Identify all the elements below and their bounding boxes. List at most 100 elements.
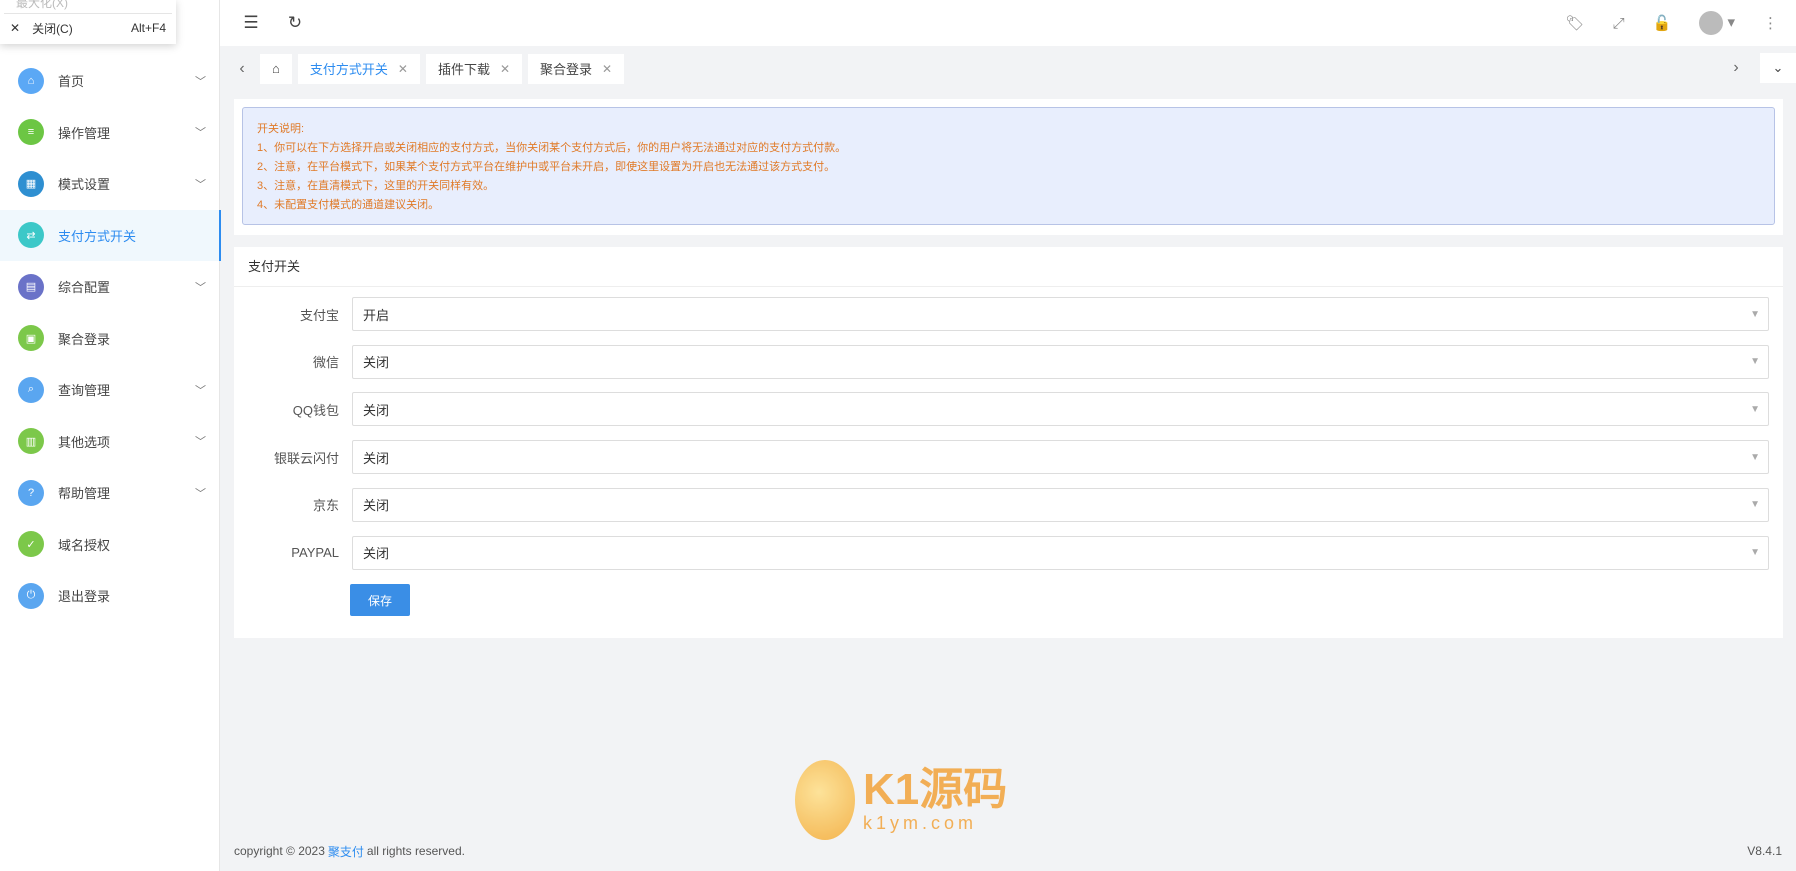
tab-home[interactable]: ⌂ xyxy=(260,53,292,84)
tab-label: 插件下载 xyxy=(437,62,490,77)
options-icon: ▥ xyxy=(18,428,44,455)
switch-select[interactable]: 关闭 ▼ xyxy=(352,535,1769,570)
form-row: 微信 关闭 ▼ xyxy=(234,344,1783,379)
tag-icon[interactable]: 🏷 xyxy=(1566,14,1585,32)
chevron-down-icon: ﹀ xyxy=(195,281,206,294)
chevron-down-icon: ﹀ xyxy=(195,436,206,449)
tabs-scroll-right-icon[interactable]: › xyxy=(1724,59,1748,77)
notice-alert: 开关说明: 1、你可以在下方选择开启或关闭相应的支付方式，当你关闭某个支付方式后… xyxy=(242,107,1775,225)
footer: copyright © 2023 聚支付 all rights reserved… xyxy=(220,831,1796,871)
close-tab-icon[interactable]: ✕ xyxy=(398,62,408,76)
watermark-logo-icon xyxy=(795,760,855,840)
sidebar-item[interactable]: ▣ 聚合登录 xyxy=(0,313,220,365)
sidebar-item[interactable]: ⇄ 支付方式开关 xyxy=(0,209,221,261)
form-row: 支付宝 开启 ▼ xyxy=(234,297,1783,331)
sidebar-item[interactable]: ⏻ 退出登录 xyxy=(0,570,220,622)
sidebar-item-label: 退出登录 xyxy=(58,589,111,605)
tab-bar: ‹ ⌂ 支付方式开关 ✕ 插件下载 ✕ 聚合登录 ✕ › ⌄ xyxy=(220,46,1796,91)
dropdown-arrow-icon: ▼ xyxy=(1750,547,1760,558)
collapse-menu-icon[interactable]: ☰ xyxy=(236,13,266,33)
tab[interactable]: 聚合登录 ✕ xyxy=(528,53,625,84)
sidebar-item-label: 支付方式开关 xyxy=(58,228,137,244)
close-tab-icon[interactable]: ✕ xyxy=(500,62,510,76)
tab[interactable]: 支付方式开关 ✕ xyxy=(297,53,420,84)
field-label: 微信 xyxy=(312,355,339,371)
sidebar-item[interactable]: ≡ 操作管理 ﹀ xyxy=(0,107,220,159)
config-icon: ▤ xyxy=(18,273,44,300)
version: V8.4.1 xyxy=(1747,844,1782,858)
field-label: 京东 xyxy=(312,498,339,514)
tabs-scroll-left-icon[interactable]: ‹ xyxy=(230,60,254,78)
menu-item-maximize[interactable]: 最大化(X) xyxy=(4,0,172,14)
sidebar-item-label: 首页 xyxy=(58,74,85,90)
field-label: QQ钱包 xyxy=(292,402,339,418)
form-row: QQ钱包 关闭 ▼ xyxy=(234,392,1783,427)
sidebar-item[interactable]: ▥ 其他选项 ﹀ xyxy=(0,416,220,468)
top-header: ☰ ↻ 🏷 ⤢ 🔓 ▾ ⋮ xyxy=(220,0,1796,46)
fullscreen-icon[interactable]: ⤢ xyxy=(1613,15,1625,32)
grid-icon: ▦ xyxy=(18,170,44,197)
chevron-down-icon: ﹀ xyxy=(195,384,206,397)
notice-line: 4、未配置支付模式的通道建议关闭。 xyxy=(257,199,440,211)
sidebar-item[interactable]: ▤ 综合配置 ﹀ xyxy=(0,261,220,313)
chevron-down-icon: ﹀ xyxy=(195,178,206,191)
sidebar-item[interactable]: ⌂ 首页 ﹀ xyxy=(0,55,220,107)
menu-item-close[interactable]: ✕ 关闭(C) Alt+F4 xyxy=(0,14,176,42)
form-row: 银联云闪付 关闭 ▼ xyxy=(234,440,1783,475)
close-tab-icon[interactable]: ✕ xyxy=(602,62,612,76)
lock-icon[interactable]: 🔓 xyxy=(1653,14,1672,32)
user-avatar-menu[interactable]: ▾ xyxy=(1699,11,1735,35)
sidebar-item[interactable]: ⌕ 查询管理 ﹀ xyxy=(0,364,220,416)
switch-select[interactable]: 关闭 ▼ xyxy=(352,344,1769,379)
tab[interactable]: 插件下载 ✕ xyxy=(425,53,523,84)
sidebar-item-label: 帮助管理 xyxy=(58,486,111,502)
field-label: PAYPAL xyxy=(291,545,339,560)
notice-line: 3、注意，在直清模式下，这里的开关同样有效。 xyxy=(257,180,495,192)
switch-select[interactable]: 关闭 ▼ xyxy=(352,440,1769,475)
switch-select[interactable]: 开启 ▼ xyxy=(352,297,1769,331)
watermark: K1源码 k1ym.com xyxy=(795,760,1007,840)
sidebar-item[interactable]: ? 帮助管理 ﹀ xyxy=(0,467,220,519)
switch-select[interactable]: 关闭 ▼ xyxy=(352,487,1769,522)
sliders-icon: ≡ xyxy=(18,119,44,146)
form-row: 京东 关闭 ▼ xyxy=(234,487,1783,522)
select-value: 关闭 xyxy=(363,355,390,371)
select-value: 关闭 xyxy=(363,450,390,466)
sidebar-item-label: 综合配置 xyxy=(58,280,111,296)
more-icon[interactable]: ⋮ xyxy=(1763,14,1778,32)
sidebar-item[interactable]: ▦ 模式设置 ﹀ xyxy=(0,158,220,210)
dropdown-arrow-icon: ▼ xyxy=(1750,356,1760,368)
refresh-icon[interactable]: ↻ xyxy=(280,13,310,33)
switch-select[interactable]: 关闭 ▼ xyxy=(352,392,1769,427)
copyright-text: copyright © 2023 xyxy=(234,844,325,858)
select-value: 关闭 xyxy=(363,546,390,561)
dropdown-arrow-icon: ▼ xyxy=(1750,308,1760,320)
toggle-icon: ⇄ xyxy=(18,222,44,249)
brand-link[interactable]: 聚支付 xyxy=(328,843,364,860)
sidebar-item-label: 查询管理 xyxy=(58,383,111,399)
field-label: 支付宝 xyxy=(299,307,339,323)
select-value: 关闭 xyxy=(363,402,390,418)
power-icon: ⏻ xyxy=(18,582,44,609)
tabs-dropdown-button[interactable]: ⌄ xyxy=(1760,53,1796,83)
payment-switch-form: 支付开关 支付宝 开启 ▼ 微信 关闭 ▼ QQ钱包 关闭 ▼ 银联云闪付 关闭 ▼ 京东 关闭 ▼ PAYP… xyxy=(234,247,1783,638)
chevron-down-icon: ﹀ xyxy=(195,127,206,140)
sidebar-nav: ⌂ 首页 ﹀ ≡ 操作管理 ﹀ ▦ 模式设置 ﹀ ⇄ 支付方式开关 ▤ 综合配置 ﹀ ▣ 聚合登录 ⌕ 查询管理 ﹀… xyxy=(0,55,221,622)
avatar xyxy=(1699,11,1724,35)
save-button[interactable]: 保存 xyxy=(350,584,410,616)
help-icon: ? xyxy=(18,479,44,506)
chevron-down-icon: ﹀ xyxy=(195,75,206,88)
shield-icon: ✓ xyxy=(18,531,44,558)
dropdown-arrow-icon: ▼ xyxy=(1750,451,1760,463)
dropdown-arrow-icon: ▼ xyxy=(1750,403,1760,415)
sidebar-item-label: 其他选项 xyxy=(58,434,111,450)
notice-title: 开关说明: xyxy=(257,123,305,135)
select-value: 关闭 xyxy=(363,498,390,514)
sidebar-item-label: 模式设置 xyxy=(58,177,111,193)
sidebar-item[interactable]: ✓ 域名授权 xyxy=(0,519,220,571)
sidebar-item-label: 聚合登录 xyxy=(58,331,111,347)
window-context-menu: 最大化(X) ✕ 关闭(C) Alt+F4 xyxy=(0,0,176,44)
close-icon: ✕ xyxy=(10,21,21,35)
search-icon: ⌕ xyxy=(18,376,44,403)
watermark-name: K1源码 xyxy=(863,764,1008,814)
